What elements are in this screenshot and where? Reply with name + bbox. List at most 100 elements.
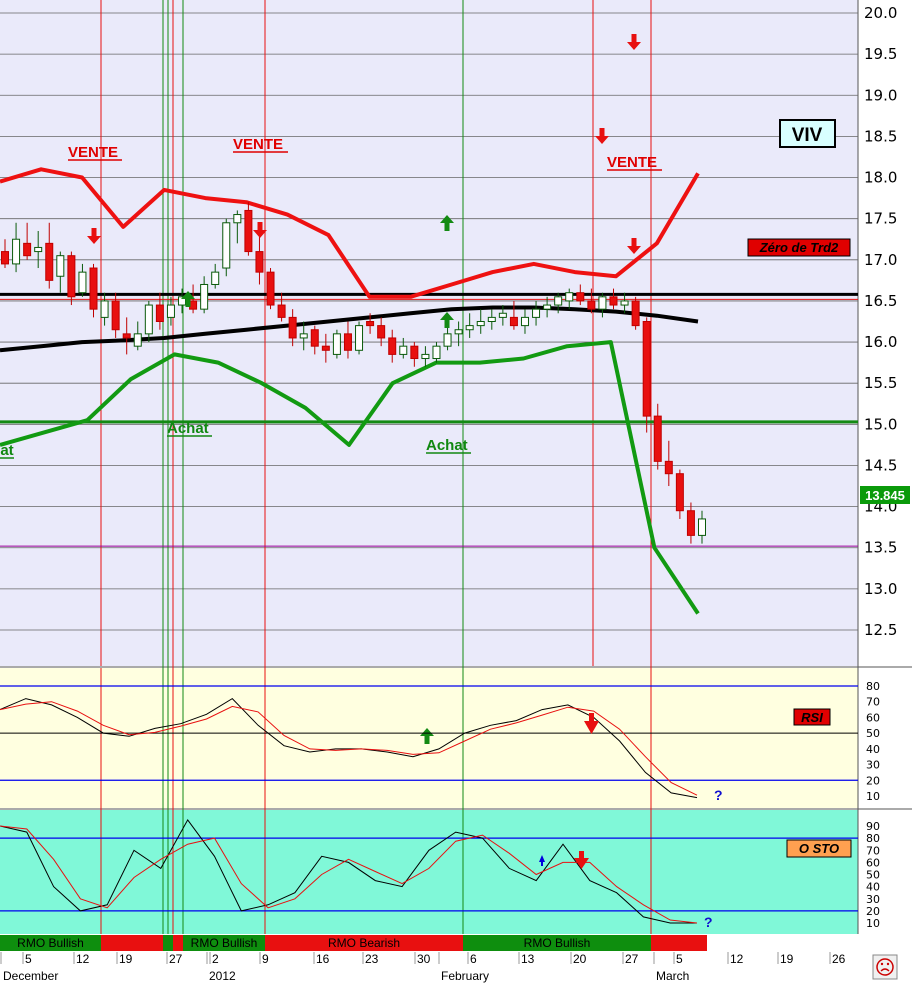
zero-trd2-box: Zéro de Trd2	[747, 238, 851, 257]
candle	[631, 300, 640, 327]
ticker-box: VIV	[779, 119, 836, 148]
candle	[675, 473, 684, 512]
sto-tick-label: 30	[866, 893, 880, 906]
candle	[598, 296, 607, 310]
date-label: 27	[625, 952, 639, 966]
candle	[1, 251, 9, 265]
candle	[476, 321, 485, 327]
vente-label-1: VENTE	[68, 144, 118, 161]
candle	[100, 300, 109, 318]
date-label: February	[441, 969, 489, 983]
price-tick-label: 17.0	[864, 251, 897, 269]
candle	[144, 304, 153, 335]
price-tick-label: 19.5	[864, 45, 897, 63]
date-label: 13	[521, 952, 535, 966]
candle	[34, 246, 43, 253]
price-tick-label: 14.5	[864, 456, 897, 474]
candle	[310, 329, 319, 347]
candle	[576, 292, 585, 302]
candle	[609, 296, 618, 306]
candle	[686, 510, 695, 536]
candle	[332, 333, 341, 355]
price-panel-bg	[0, 0, 858, 666]
candle	[133, 333, 142, 347]
candle	[78, 271, 87, 294]
rmo-segment-label: RMO Bullish	[17, 936, 84, 950]
candle	[122, 333, 131, 339]
sto-tick-label: 20	[866, 905, 880, 918]
price-tick-label: 19.0	[864, 86, 897, 104]
rsi-label: RSI	[801, 710, 823, 725]
candle	[653, 415, 662, 462]
price-tick-label: 16.5	[864, 292, 897, 310]
candle	[56, 255, 65, 277]
price-tick-label: 20.0	[864, 4, 897, 22]
achat-label-2: Achat	[426, 437, 468, 454]
candle	[255, 251, 264, 273]
date-label: 23	[365, 952, 379, 966]
candle	[421, 353, 430, 360]
candle	[443, 333, 452, 347]
date-label: 27	[169, 952, 183, 966]
candle	[509, 316, 518, 327]
candle	[532, 308, 541, 318]
price-tick-label: 13.5	[864, 539, 897, 557]
price-tick-label: 12.5	[864, 621, 897, 639]
rmo-empty	[707, 935, 858, 951]
achat-label-1: Achat	[167, 420, 209, 437]
price-tick-label: 18.5	[864, 127, 897, 145]
candle	[399, 345, 408, 355]
candle	[111, 300, 120, 331]
candle	[321, 345, 330, 351]
price-box: 13.845	[860, 486, 910, 504]
candle	[355, 325, 364, 351]
candle	[211, 271, 220, 285]
rmo-segment	[101, 935, 163, 951]
date-label: 9	[262, 952, 269, 966]
sto-tick-label: 10	[866, 917, 880, 930]
rsi-tick-label: 50	[866, 727, 880, 740]
candle	[698, 518, 706, 536]
candle	[554, 296, 563, 306]
date-label: March	[656, 969, 689, 983]
sto-tick-label: 40	[866, 881, 880, 894]
candle	[89, 267, 98, 310]
sto-tick-label: 60	[866, 856, 880, 869]
sto-question-mark: ?	[704, 914, 713, 930]
rmo-segment	[173, 935, 183, 951]
candle	[288, 316, 297, 339]
candle	[200, 283, 209, 310]
candle	[155, 304, 164, 322]
sto-panel-bg	[0, 810, 858, 934]
ticker-label: VIV	[792, 125, 823, 146]
date-label: 26	[832, 952, 846, 966]
date-label: 2012	[209, 969, 236, 983]
date-label: 19	[119, 952, 133, 966]
rmo-segment-label: RMO Bullish	[524, 936, 591, 950]
date-label: 20	[573, 952, 587, 966]
zero-trd2-label: Zéro de Trd2	[759, 240, 839, 255]
candle	[45, 242, 54, 281]
price-tick-label: 17.5	[864, 210, 897, 228]
price-tick-label: 16.0	[864, 333, 897, 351]
candle	[266, 271, 275, 306]
candle	[664, 460, 673, 475]
sto-tick-label: 80	[866, 832, 880, 845]
candle	[23, 242, 32, 257]
candle	[520, 316, 529, 327]
price-box-label: 13.845	[865, 488, 905, 503]
date-label: 5	[25, 952, 32, 966]
rmo-segment-label: RMO Bullish	[191, 936, 258, 950]
date-label: 19	[780, 952, 794, 966]
rsi-tick-label: 40	[866, 743, 880, 756]
rmo-segment	[651, 935, 707, 951]
achat-label-0: Achat	[0, 442, 14, 459]
candle	[189, 300, 198, 310]
candle	[244, 209, 253, 253]
candle	[487, 316, 496, 322]
stock-chart: 20.0 19.5 19.0 18.5 18.0 17.5 17.0 16.5 16.0 15.5…	[0, 0, 912, 988]
candle	[366, 321, 375, 327]
sad-face-icon[interactable]	[872, 954, 898, 980]
candle	[642, 321, 651, 417]
rsi-tick-label: 20	[866, 774, 880, 787]
